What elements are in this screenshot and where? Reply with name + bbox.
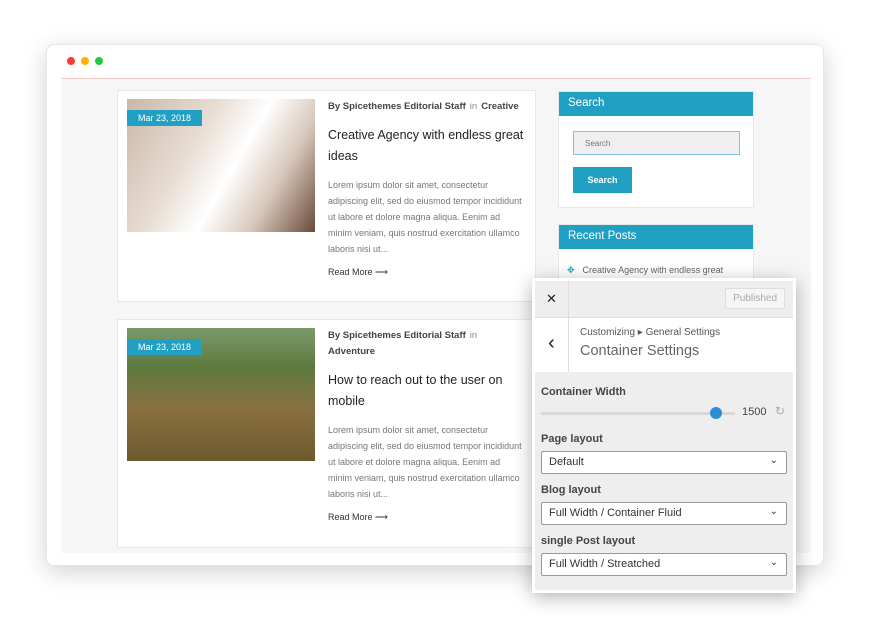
back-button[interactable]: ‹ <box>535 318 569 372</box>
post-title[interactable]: Creative Agency with endless great ideas <box>328 125 525 167</box>
post-image[interactable]: Mar 23, 2018 <box>127 328 315 461</box>
post-author[interactable]: By Spicethemes Editorial Staff <box>328 330 466 341</box>
in-label: in <box>469 330 478 341</box>
slider-handle[interactable] <box>709 407 722 419</box>
search-widget: Search Search <box>558 91 754 208</box>
recent-posts-title: Recent Posts <box>559 225 753 249</box>
post-category[interactable]: Adventure <box>328 346 375 357</box>
post-card: Mar 23, 2018 By Spicethemes Editorial St… <box>117 90 536 302</box>
in-label: in <box>469 101 478 112</box>
reset-icon[interactable]: ↻ <box>775 404 785 418</box>
search-button[interactable]: Search <box>573 167 632 193</box>
close-button[interactable]: ✕ <box>535 281 569 318</box>
date-badge: Mar 23, 2018 <box>127 110 203 126</box>
post-image[interactable]: Mar 23, 2018 <box>127 99 315 232</box>
read-more-link[interactable]: Read More ⟶ <box>328 267 525 278</box>
page-layout-label: Page layout <box>541 433 603 445</box>
post-excerpt: Lorem ipsum dolor sit amet, consectetur … <box>328 180 522 254</box>
chevron-down-icon: ⌄ <box>769 455 778 466</box>
container-width-slider[interactable] <box>541 412 735 415</box>
minimize-dot-icon[interactable] <box>81 57 89 65</box>
recent-post-link[interactable]: Creative Agency with endless great <box>583 265 724 275</box>
search-input[interactable] <box>573 131 740 155</box>
blog-layout-value: Full Width / Container Fluid <box>549 507 682 519</box>
panel-title: Container Settings <box>580 343 700 359</box>
single-post-layout-select[interactable]: Full Width / Streatched ⌄ <box>541 553 787 576</box>
post-title[interactable]: How to reach out to the user on mobile <box>328 370 525 412</box>
bullet-icon: ✥ <box>567 265 575 275</box>
close-dot-icon[interactable] <box>67 57 75 65</box>
blog-layout-label: Blog layout <box>541 484 601 496</box>
chevron-down-icon: ⌄ <box>769 506 778 517</box>
post-excerpt: Lorem ipsum dolor sit amet, consectetur … <box>328 425 522 499</box>
post-category[interactable]: Creative <box>481 101 519 112</box>
single-post-layout-value: Full Width / Streatched <box>549 558 661 570</box>
page-layout-select[interactable]: Default ⌄ <box>541 451 787 474</box>
container-width-label: Container Width <box>541 386 626 398</box>
single-post-layout-label: single Post layout <box>541 535 636 547</box>
chevron-down-icon: ⌄ <box>769 557 778 568</box>
maximize-dot-icon[interactable] <box>95 57 103 65</box>
container-width-value: 1500 <box>742 406 767 418</box>
post-author[interactable]: By Spicethemes Editorial Staff <box>328 101 466 112</box>
post-card: Mar 23, 2018 By Spicethemes Editorial St… <box>117 319 536 548</box>
customizer-panel: ✕ Published ‹ Customizing ▸ General Sett… <box>532 278 796 593</box>
breadcrumb: Customizing ▸ General Settings <box>580 327 721 338</box>
search-widget-title: Search <box>559 92 753 116</box>
read-more-link[interactable]: Read More ⟶ <box>328 512 525 523</box>
page-layout-value: Default <box>549 456 584 468</box>
published-button[interactable]: Published <box>725 288 785 309</box>
date-badge: Mar 23, 2018 <box>127 339 203 355</box>
blog-layout-select[interactable]: Full Width / Container Fluid ⌄ <box>541 502 787 525</box>
